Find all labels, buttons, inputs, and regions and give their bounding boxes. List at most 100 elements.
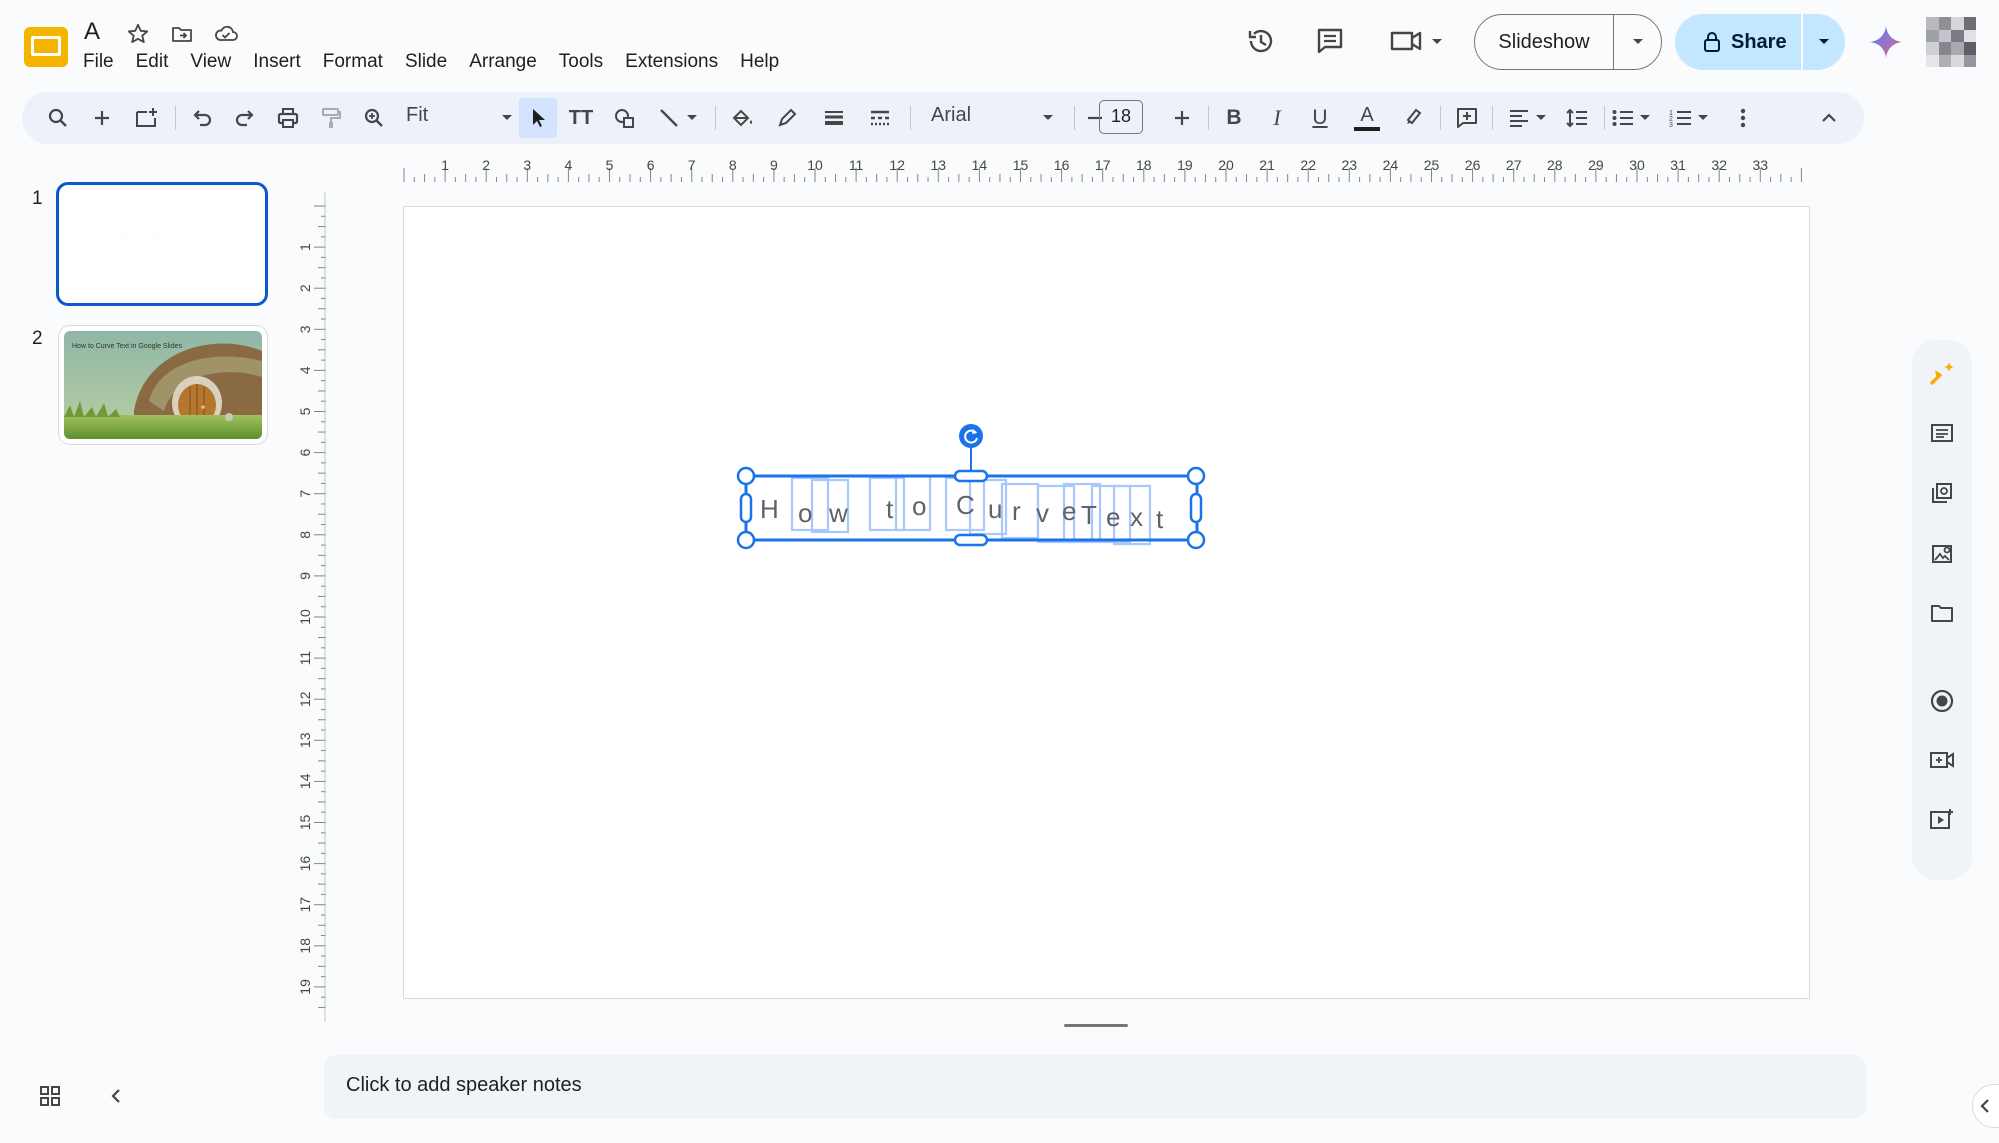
record-icon[interactable]: [1924, 683, 1960, 719]
notes-resize-handle[interactable]: [1064, 1024, 1128, 1027]
ruler-label: 1: [297, 243, 313, 251]
font-family-dropdown-icon[interactable]: [1029, 98, 1067, 138]
comment-icon[interactable]: [1309, 20, 1351, 62]
text-box-icon[interactable]: TT: [562, 98, 600, 138]
star-icon[interactable]: [124, 20, 152, 48]
thumbnail-hobbit-hole-image: How to Curve Text in Google Slides: [64, 331, 262, 439]
ruler-label: 20: [1218, 158, 1234, 173]
text-color-button[interactable]: A: [1348, 98, 1386, 138]
share-group: Share: [1675, 14, 1845, 70]
selection-handles[interactable]: [721, 406, 1221, 550]
lock-icon: [1704, 32, 1720, 52]
menu-insert[interactable]: Insert: [242, 48, 312, 76]
ruler-label: 10: [297, 609, 313, 625]
menu-edit[interactable]: Edit: [125, 48, 180, 76]
border-color-icon[interactable]: [768, 98, 806, 138]
speaker-notes[interactable]: Click to add speaker notes: [324, 1055, 1866, 1119]
toolbar: Fit TT Arial 18 B I U A 1 2 3: [22, 92, 1864, 144]
ruler-label: 17: [297, 897, 313, 913]
side-panel: [1912, 340, 1972, 880]
font-family-select[interactable]: Arial: [931, 104, 971, 127]
italic-button[interactable]: I: [1258, 98, 1296, 138]
select-tool-icon[interactable]: [519, 98, 557, 138]
fill-color-icon[interactable]: [723, 98, 761, 138]
ruler-label: 9: [297, 572, 313, 580]
ruler-label: 24: [1383, 158, 1399, 173]
gemini-magic-icon[interactable]: [1924, 355, 1960, 391]
ruler-label: 12: [297, 691, 313, 707]
more-options-icon[interactable]: [1724, 98, 1762, 138]
bold-button[interactable]: B: [1215, 98, 1253, 138]
ruler-label: 4: [297, 366, 313, 374]
menu-extensions[interactable]: Extensions: [614, 48, 729, 76]
gemini-icon[interactable]: [1864, 20, 1908, 64]
ruler-label: 18: [297, 938, 313, 954]
share-dropdown-button[interactable]: [1801, 14, 1845, 70]
ruler-label: 17: [1095, 158, 1111, 173]
video-icon[interactable]: [1924, 742, 1960, 778]
new-slide-icon[interactable]: [83, 98, 121, 138]
collapse-filmstrip-icon[interactable]: [100, 1080, 132, 1112]
insert-comment-icon[interactable]: [1448, 98, 1486, 138]
search-menus-icon[interactable]: [39, 98, 77, 138]
menu-file[interactable]: File: [72, 48, 125, 76]
bulleted-list-dropdown-icon[interactable]: [1634, 98, 1656, 138]
chevron-down-icon: [1819, 39, 1829, 44]
slide-library-icon[interactable]: [1924, 475, 1960, 511]
slide-thumbnail-2[interactable]: How to Curve Text in Google Slides: [58, 325, 268, 445]
font-size-input[interactable]: 18: [1099, 100, 1143, 134]
zoom-icon[interactable]: [355, 98, 393, 138]
move-to-folder-icon[interactable]: [168, 20, 196, 48]
ruler-label: 1: [441, 158, 449, 173]
menu-slide[interactable]: Slide: [394, 48, 458, 76]
avatar[interactable]: [1926, 17, 1976, 67]
increase-font-size-icon[interactable]: [1167, 98, 1197, 138]
ruler-label: 11: [849, 158, 864, 173]
shape-icon[interactable]: [606, 98, 644, 138]
collapse-toolbar-icon[interactable]: [1810, 98, 1848, 138]
line-dropdown-icon[interactable]: [681, 98, 703, 138]
ruler-label: 19: [297, 979, 313, 995]
grid-view-icon[interactable]: [34, 1080, 66, 1112]
print-icon[interactable]: [269, 98, 307, 138]
border-weight-icon[interactable]: [815, 98, 853, 138]
redo-icon[interactable]: [226, 98, 264, 138]
underline-button[interactable]: U: [1301, 98, 1339, 138]
slide-canvas[interactable]: [403, 206, 1810, 999]
line-spacing-icon[interactable]: [1558, 98, 1596, 138]
slideshow-button[interactable]: Slideshow: [1475, 16, 1613, 69]
ruler-label: 12: [889, 158, 905, 173]
undo-icon[interactable]: [183, 98, 221, 138]
zoom-select[interactable]: Fit: [406, 104, 428, 127]
border-dash-icon[interactable]: [861, 98, 899, 138]
ruler-label: 28: [1547, 158, 1563, 173]
drive-folder-icon[interactable]: [1924, 595, 1960, 631]
menu-arrange[interactable]: Arrange: [458, 48, 548, 76]
side-panel-toggle[interactable]: [1972, 1084, 1999, 1128]
curved-text-box[interactable]: HowtoCurveText: [736, 424, 1206, 550]
meet-camera-icon[interactable]: [1384, 20, 1448, 62]
new-slide-layout-icon[interactable]: [128, 98, 166, 138]
document-title[interactable]: A: [84, 18, 100, 46]
menu-tools[interactable]: Tools: [548, 48, 614, 76]
menu-help[interactable]: Help: [729, 48, 790, 76]
image-search-icon[interactable]: [1924, 536, 1960, 572]
ruler-label: 14: [972, 158, 988, 173]
align-dropdown-icon[interactable]: [1530, 98, 1552, 138]
cloud-saved-icon[interactable]: [212, 20, 240, 48]
layouts-icon[interactable]: [1924, 415, 1960, 451]
slide-thumbnail-1[interactable]: · · · · · · · · · · · ·: [56, 182, 268, 306]
highlight-color-icon[interactable]: [1394, 98, 1432, 138]
menu-view[interactable]: View: [179, 48, 242, 76]
slideshow-dropdown-button[interactable]: [1613, 15, 1661, 69]
menu-format[interactable]: Format: [312, 48, 394, 76]
add-media-icon[interactable]: [1924, 801, 1960, 837]
share-button[interactable]: Share: [1675, 31, 1801, 54]
menubar: File Edit View Insert Format Slide Arran…: [72, 48, 790, 76]
ruler-label: 8: [729, 158, 737, 173]
history-icon[interactable]: [1240, 20, 1282, 62]
numbered-list-dropdown-icon[interactable]: [1692, 98, 1714, 138]
slides-logo[interactable]: [22, 25, 70, 69]
ruler-label: 30: [1629, 158, 1645, 173]
paint-format-icon[interactable]: [312, 98, 350, 138]
